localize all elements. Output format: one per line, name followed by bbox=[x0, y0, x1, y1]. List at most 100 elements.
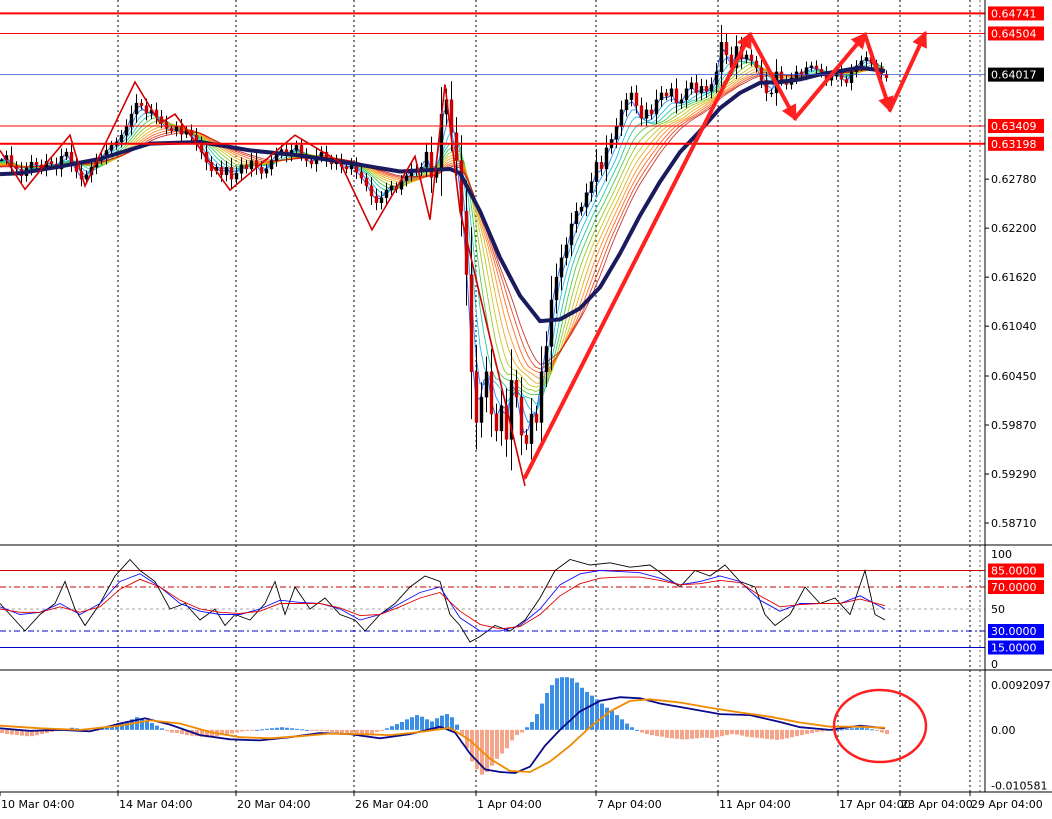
macd-tick-label: 0.0092097 bbox=[991, 679, 1051, 692]
macd-histogram-bar bbox=[560, 677, 564, 730]
macd-histogram-bar bbox=[855, 727, 859, 730]
macd-histogram-bar bbox=[170, 729, 174, 733]
macd-histogram-bar bbox=[630, 727, 634, 730]
candle-body bbox=[624, 99, 629, 111]
macd-histogram-bar bbox=[675, 729, 679, 739]
macd-histogram-bar bbox=[495, 729, 499, 759]
macd-histogram-bar bbox=[275, 727, 279, 730]
candle-body bbox=[134, 102, 139, 115]
macd-histogram-bar bbox=[240, 729, 244, 732]
candle-body bbox=[369, 185, 374, 197]
macd-histogram-bar bbox=[290, 728, 294, 730]
trading-chart: 0.64741 0.64504 0.64017 0.63409 0.63198 0.627… bbox=[0, 0, 1052, 815]
candle-body bbox=[169, 128, 174, 132]
candle-body bbox=[644, 109, 649, 119]
macd-histogram-bar bbox=[150, 723, 154, 730]
macd-histogram-bar bbox=[500, 729, 504, 754]
time-tick-label: 1 Apr 04:00 bbox=[477, 798, 542, 811]
macd-histogram-bar bbox=[405, 719, 409, 730]
candle-body bbox=[809, 65, 814, 68]
candle-body bbox=[619, 109, 624, 127]
macd-histogram-bar bbox=[780, 729, 784, 740]
candle-body bbox=[454, 132, 459, 161]
candle-body bbox=[704, 85, 709, 92]
macd-histogram-bar bbox=[815, 729, 819, 732]
candle-body bbox=[519, 396, 524, 436]
candle-body bbox=[849, 71, 854, 84]
macd-histogram-bar bbox=[390, 726, 394, 730]
macd-histogram-bar bbox=[760, 729, 764, 739]
candle-body bbox=[744, 54, 749, 60]
macd-histogram-bar bbox=[625, 723, 629, 730]
candle-body bbox=[724, 42, 729, 56]
macd-histogram-bar bbox=[850, 728, 854, 730]
macd-histogram-bar bbox=[230, 729, 234, 734]
macd-histogram-bar bbox=[785, 729, 789, 739]
candle-body bbox=[539, 371, 544, 423]
candle-body bbox=[529, 413, 534, 444]
macd-histogram-bar bbox=[295, 728, 299, 730]
macd-histogram-bar bbox=[650, 729, 654, 736]
candle-body bbox=[84, 174, 89, 180]
macd-histogram-bar bbox=[640, 729, 644, 733]
time-tick-label: 10 Mar 04:00 bbox=[1, 798, 74, 811]
macd-histogram-bar bbox=[645, 729, 649, 735]
candle-body bbox=[604, 147, 609, 170]
time-tick-label: 23 Apr 04:00 bbox=[901, 798, 973, 811]
candle-body bbox=[664, 92, 669, 97]
candle-body bbox=[769, 92, 774, 95]
price-tick-label: 0.59290 bbox=[991, 468, 1037, 481]
candle-body bbox=[819, 69, 824, 73]
candle-body bbox=[319, 151, 324, 157]
candle-body bbox=[129, 113, 134, 127]
candle-body bbox=[384, 189, 389, 198]
candle-body bbox=[259, 167, 264, 174]
candle-body bbox=[0, 159, 4, 161]
candle-body bbox=[759, 67, 764, 81]
macd-histogram-bar bbox=[395, 724, 399, 730]
candle-body bbox=[229, 167, 234, 180]
level-label: 0.63198 bbox=[991, 138, 1037, 151]
osc-level-label: 30.0000 bbox=[991, 625, 1037, 638]
level-label: 0.64504 bbox=[991, 27, 1037, 40]
candle-body bbox=[239, 164, 244, 174]
time-tick-label: 14 Mar 04:00 bbox=[119, 798, 192, 811]
price-tick-label: 0.60450 bbox=[991, 370, 1037, 383]
osc-level-label: 15.0000 bbox=[991, 642, 1037, 655]
candle-body bbox=[864, 57, 869, 62]
candle-body bbox=[714, 71, 719, 85]
candle-body bbox=[469, 274, 474, 372]
macd-histogram-bar bbox=[720, 729, 724, 737]
macd-histogram-bar bbox=[660, 729, 664, 737]
macd-histogram-bar bbox=[775, 729, 779, 740]
macd-histogram-bar bbox=[310, 729, 314, 731]
candle-body bbox=[554, 276, 559, 301]
macd-histogram-bar bbox=[740, 729, 744, 736]
macd-histogram-bar bbox=[400, 721, 404, 730]
candle-body bbox=[689, 82, 694, 89]
macd-histogram-bar bbox=[340, 729, 344, 734]
macd-histogram-bar bbox=[165, 729, 169, 731]
candle-body bbox=[684, 88, 689, 100]
candle-body bbox=[559, 257, 564, 278]
macd-histogram-bar bbox=[615, 715, 619, 730]
candle-body bbox=[119, 134, 124, 143]
osc-tick-label: 0 bbox=[991, 658, 998, 671]
candle-body bbox=[549, 299, 554, 347]
macd-histogram-bar bbox=[710, 729, 714, 739]
candle-body bbox=[14, 165, 19, 170]
macd-histogram-bar bbox=[305, 729, 309, 731]
candle-body bbox=[224, 167, 229, 176]
macd-histogram-bar bbox=[160, 728, 164, 730]
time-tick-label: 26 Mar 04:00 bbox=[355, 798, 428, 811]
macd-histogram-bar bbox=[620, 719, 624, 730]
candle-body bbox=[9, 155, 14, 166]
macd-histogram-bar bbox=[155, 725, 159, 730]
candle-body bbox=[174, 126, 179, 132]
macd-histogram-bar bbox=[510, 729, 514, 741]
candle-body bbox=[29, 162, 34, 169]
macd-histogram-bar bbox=[840, 729, 844, 731]
candle-body bbox=[804, 67, 809, 75]
macd-histogram-bar bbox=[320, 729, 324, 731]
macd-histogram-bar bbox=[700, 729, 704, 738]
